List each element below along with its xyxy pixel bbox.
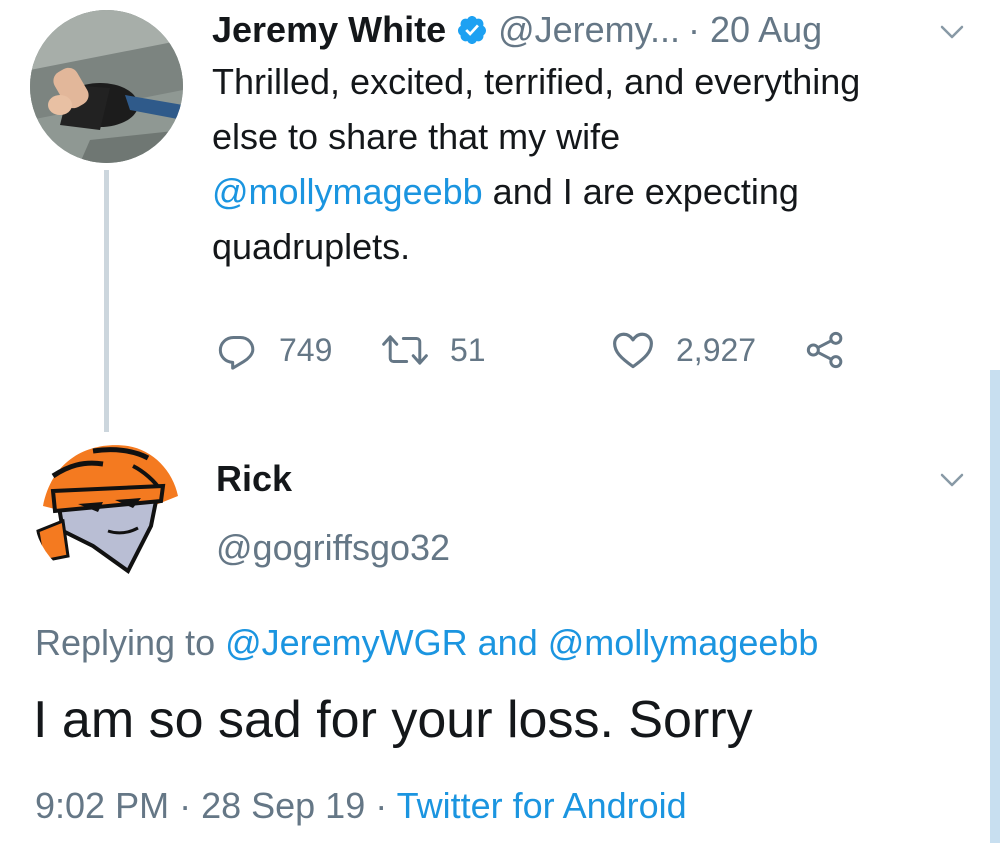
tweet-text: Thrilled, excited, terrified, and everyt… <box>212 54 972 274</box>
author-handle[interactable]: @Jeremy... <box>498 9 680 51</box>
retweet-count: 51 <box>450 331 486 368</box>
reply-source-link[interactable]: Twitter for Android <box>397 785 687 826</box>
tweet-date[interactable]: · 20 Aug <box>688 9 822 51</box>
reply-text: I am so sad for your loss. Sorry <box>33 691 753 749</box>
reply-author-handle[interactable]: @gogriffsgo32 <box>216 527 450 569</box>
reply-metadata: 9:02 PM · 28 Sep 19 · Twitter for Androi… <box>35 785 687 827</box>
chevron-down-icon[interactable] <box>940 472 964 488</box>
meta-separator-1: · <box>169 785 202 826</box>
reply-author-name[interactable]: Rick <box>216 458 292 500</box>
reply-time[interactable]: 9:02 PM <box>35 785 169 826</box>
thread-connector-line <box>104 170 109 432</box>
replying-mention-2[interactable]: @mollymageebb <box>548 622 819 663</box>
replying-and: and <box>467 622 548 663</box>
rick-avatar[interactable] <box>33 436 181 584</box>
replying-mention-1[interactable]: @JeremyWGR <box>225 622 468 663</box>
retweet-button[interactable]: 51 <box>382 325 486 375</box>
replying-to-line: Replying to @JeremyWGR and @mollymageebb <box>35 622 818 664</box>
replying-label: Replying to <box>35 622 226 663</box>
meta-separator-2: · <box>365 785 397 826</box>
tweet-line-3: @mollymageebb and I are expecting <box>212 164 972 219</box>
tweet-line-4: quadruplets. <box>212 226 411 267</box>
date-separator: · <box>688 9 700 50</box>
tweet-line-2: else to share that my wife <box>212 116 621 157</box>
reply-button[interactable]: 749 <box>217 325 332 375</box>
author-name[interactable]: Jeremy White <box>212 9 446 51</box>
reply-icon <box>218 336 255 370</box>
like-icon <box>613 332 653 369</box>
reply-count: 749 <box>279 331 333 368</box>
share-button[interactable] <box>804 325 868 375</box>
share-icon <box>806 331 843 369</box>
chevron-down-icon[interactable] <box>940 24 964 40</box>
date-text: 20 Aug <box>710 9 823 50</box>
jeremy-avatar[interactable] <box>30 10 183 163</box>
tweet-line-3-rest: and I are expecting <box>482 171 799 212</box>
scrollbar[interactable] <box>990 370 1000 843</box>
tweet-actions: 749 51 2,927 <box>212 325 862 375</box>
like-count: 2,927 <box>676 331 757 368</box>
retweet-icon <box>382 335 428 365</box>
reply-date[interactable]: 28 Sep 19 <box>201 785 365 826</box>
tweet-line-1: Thrilled, excited, terrified, and everyt… <box>212 61 861 102</box>
mention-link[interactable]: @mollymageebb <box>212 171 483 212</box>
like-button[interactable]: 2,927 <box>612 325 756 375</box>
verified-badge-icon <box>458 16 487 44</box>
tweet-header: Jeremy White @Jeremy... · 20 Aug <box>212 6 822 54</box>
